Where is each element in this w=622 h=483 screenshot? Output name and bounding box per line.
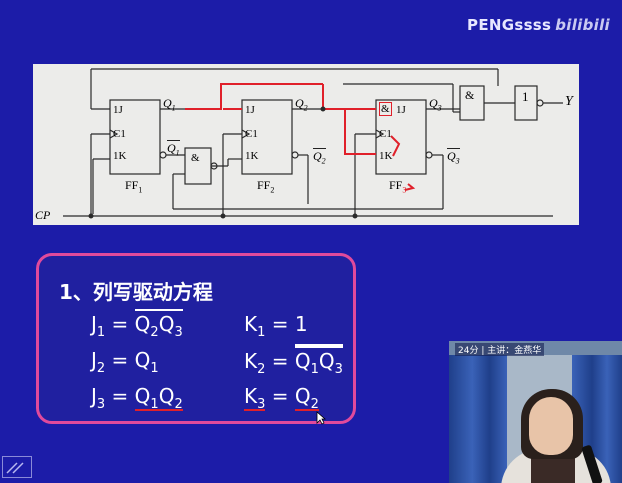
driving-equations-panel: 1、列写驱动方程 J1 = Q2Q3 K1 = 1 J2 = Q1 K2 = Q…: [36, 253, 356, 424]
ff3-k-label: 1K: [379, 150, 393, 162]
and-gate-label: &: [191, 152, 200, 164]
ff2-j-label: 1J: [245, 104, 255, 116]
ff3-c-label: C1: [379, 128, 392, 140]
lecturer-video-overlay: 24分 | 主讲：金燕华: [449, 341, 622, 483]
ff2-c-label: C1: [245, 128, 258, 140]
not-bubble: [536, 99, 544, 107]
ff1-qbar-bubble: [159, 151, 167, 159]
ff3-q-label: Q3: [429, 96, 442, 113]
circuit-diagram: 1J C1 1K Q1 Q1 FF1 1J C1 1K Q2 Q2 FF2 & …: [33, 64, 579, 225]
equation-k2: K2 = Q1Q3: [244, 344, 343, 377]
output-and-label: &: [465, 88, 475, 102]
ff1-j-label: 1J: [113, 104, 123, 116]
ff3-qbar-bubble: [425, 151, 433, 159]
ff2-qbar-bubble: [291, 151, 299, 159]
curtain-left: [449, 355, 507, 483]
equation-k3: K3 = Q2: [244, 384, 319, 412]
circuit-wiring: [63, 68, 563, 219]
ff2-name-label: FF2: [257, 178, 275, 195]
video-caption: 24分 | 主讲：金燕华: [455, 343, 545, 356]
slide-nav-icon[interactable]: [2, 456, 32, 478]
equation-j2: J2 = Q1: [91, 348, 159, 376]
output-y-label: Y: [565, 94, 573, 109]
slide-nav-glyph: [6, 462, 24, 474]
watermark-text: PENGssss: [467, 16, 552, 34]
cp-label: CP: [35, 208, 51, 222]
equation-k1: K1 = 1: [244, 312, 308, 340]
ff3-qbar-label: Q3: [447, 148, 460, 166]
ff2-q-label: Q2: [295, 96, 308, 113]
ff1-c-label: C1: [113, 128, 126, 140]
equation-j3: J3 = Q1Q2: [91, 384, 183, 412]
ff3-and-label: &: [379, 102, 392, 116]
ff1-qbar-label: Q1: [167, 140, 180, 158]
lecturer-face: [529, 397, 573, 455]
equations-title: 1、列写驱动方程: [59, 280, 213, 304]
ff1-name-label: FF1: [125, 178, 143, 195]
ff2-qbar-label: Q2: [313, 148, 326, 166]
bilibili-logo: bilibili: [555, 16, 610, 34]
ff3-name-label: FF3: [389, 178, 407, 195]
ff3-j-label: 1J: [396, 104, 406, 116]
bilibili-watermark: PENGssss bilibili: [467, 16, 610, 34]
not-gate-label: 1: [522, 89, 529, 104]
equation-j1: J1 = Q2Q3: [91, 309, 183, 340]
ff1-q-label: Q1: [163, 96, 176, 113]
ff2-k-label: 1K: [245, 150, 259, 162]
ff1-k-label: 1K: [113, 150, 127, 162]
pointer-cursor-icon: [316, 411, 326, 425]
